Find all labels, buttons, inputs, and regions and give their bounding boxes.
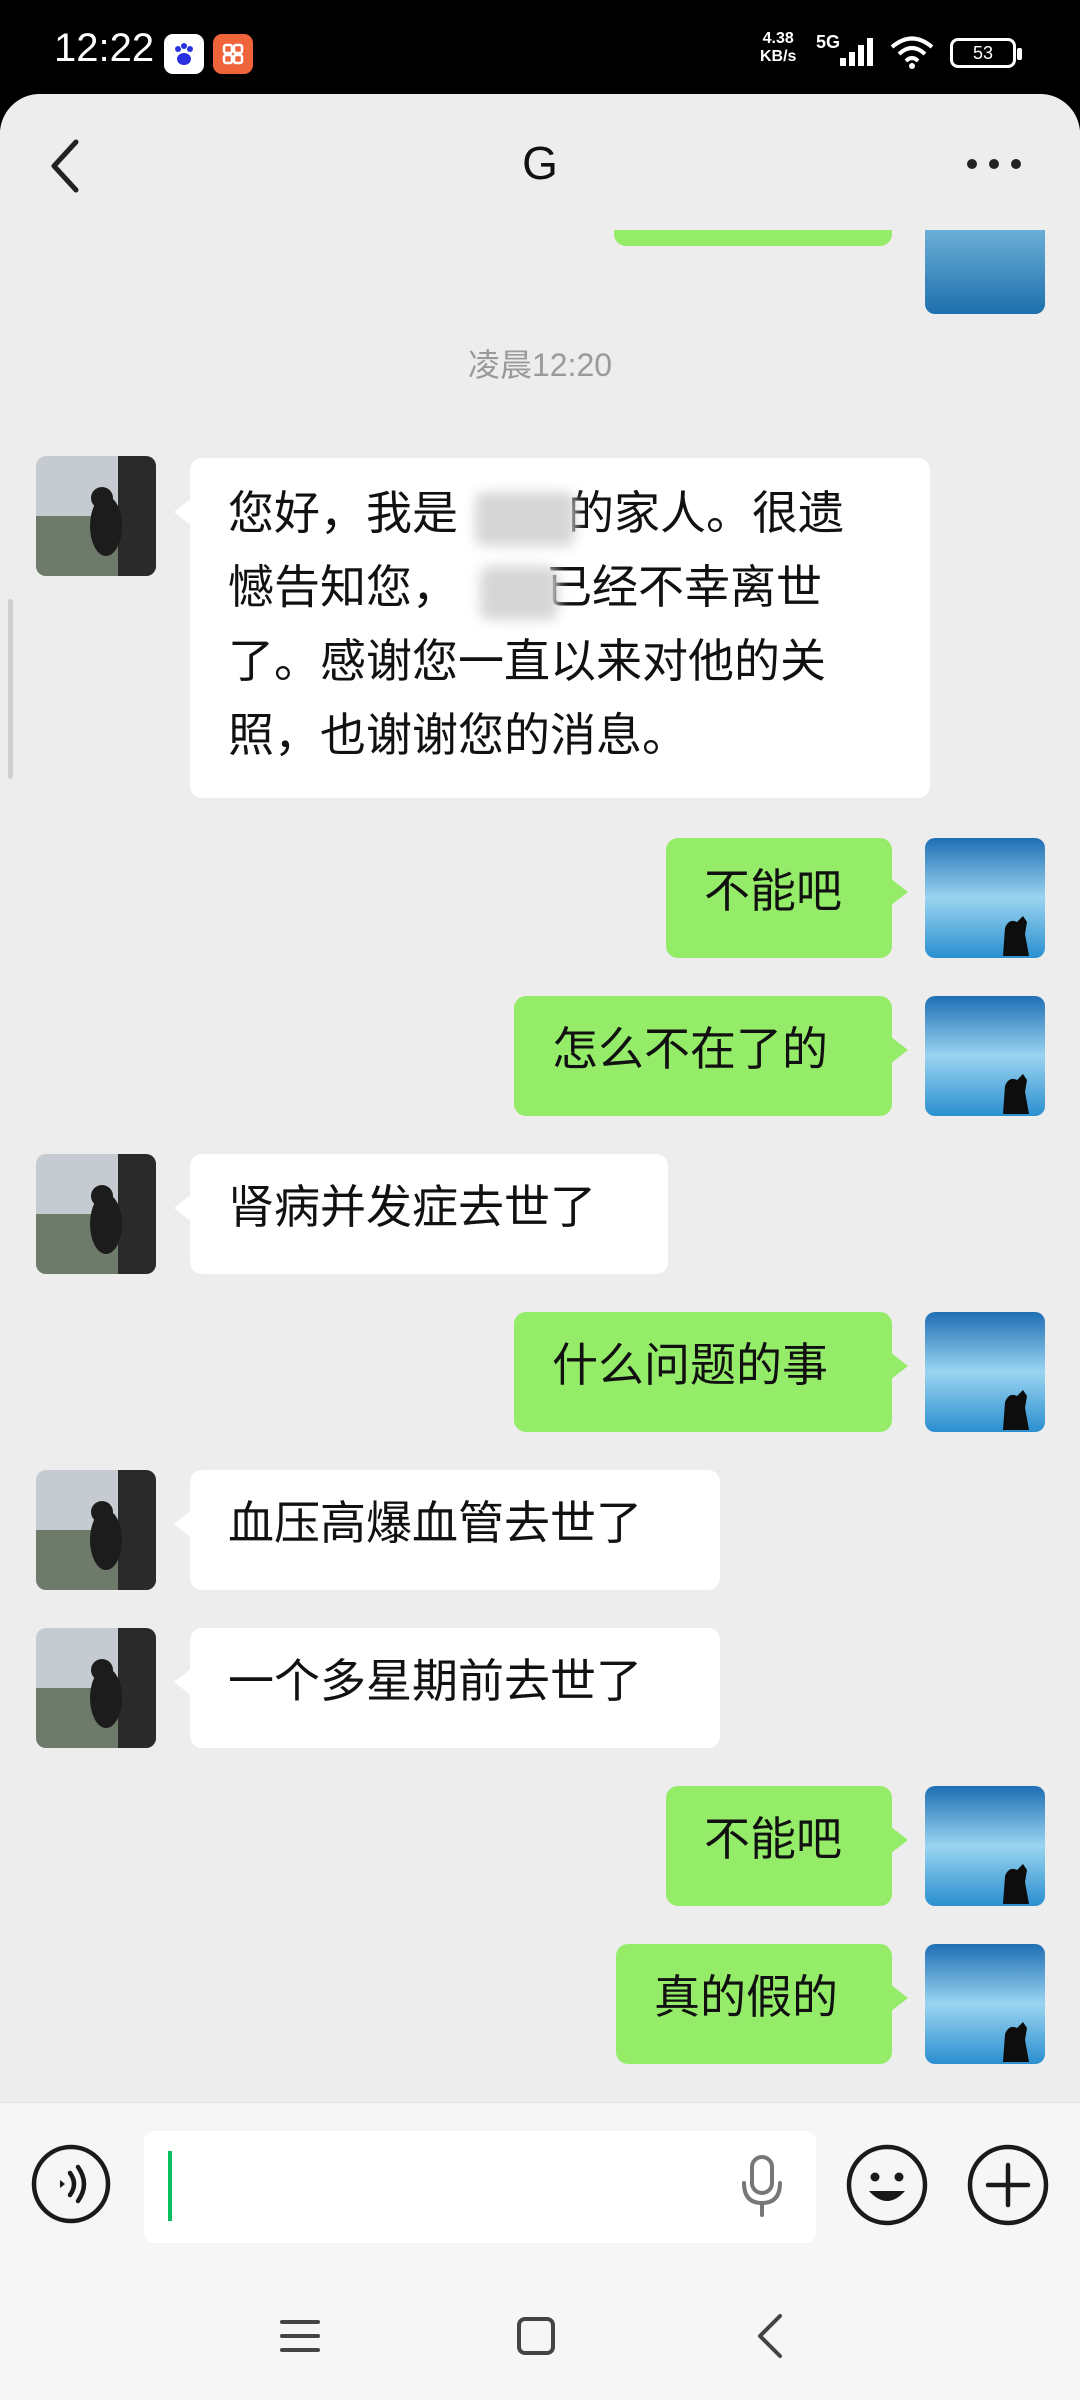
redaction-blur [475,492,575,546]
battery-indicator: 53 [950,38,1022,68]
message-bubble-received[interactable]: 您好，我是 的家人。很遗 憾告知您， 已经不幸离世 了。感谢您一直以来对他的关 照，… [174,458,930,798]
my-avatar[interactable] [925,1786,1045,1906]
message-line: 照，也谢谢您的消息。 [228,708,688,762]
home-square-icon[interactable] [516,2316,556,2356]
chat-screen: G 凌晨12:20 您好，我是 的家人。很遗 憾告知您， 已经不幸离世 了。感谢您一… [0,94,1080,2400]
message-bubble-received[interactable]: 血压高爆血管去世了 [174,1470,720,1590]
microphone-icon[interactable] [734,2151,790,2221]
net-speed-value: 4.38 [762,30,794,47]
message-bubble-sent[interactable]: 什么问题的事 [514,1312,908,1432]
contact-avatar[interactable] [36,456,156,576]
taobao-icon [213,34,253,74]
message-bubble-sent[interactable]: 怎么不在了的 [514,996,908,1116]
back-arrow-icon[interactable] [752,2312,786,2360]
my-avatar[interactable] [925,1944,1045,2064]
redaction-blur [480,566,558,620]
network-type: 5G [816,32,841,52]
more-dots-icon[interactable] [964,154,1024,174]
net-speed: 4.38 KB/s [760,30,796,66]
message-text: 您好，我是 [228,486,458,540]
chat-title: G [522,137,558,189]
input-caret [168,2151,172,2221]
contact-avatar[interactable] [36,1154,156,1274]
system-navigation-bar [0,2272,1080,2400]
contact-avatar[interactable] [36,1470,156,1590]
my-avatar[interactable] [925,996,1045,1116]
message-bubble-sent[interactable]: 真的假的 [616,1944,908,2064]
message-text: 已经不幸离世 [546,560,822,614]
chat-header: G [0,94,1080,230]
baidu-icon [164,34,204,74]
message-bubble-sent[interactable]: 不能吧 [666,1786,908,1906]
chat-input-bar [0,2102,1080,2272]
message-line: 了。感谢您一直以来对他的关 [228,634,826,688]
contact-avatar[interactable] [36,1628,156,1748]
plus-circle-icon[interactable] [966,2143,1050,2227]
status-time: 12:22 [54,26,155,70]
my-avatar[interactable] [925,838,1045,958]
wifi-icon [890,36,934,69]
message-timestamp: 凌晨12:20 [467,347,613,383]
message-bubble-sent[interactable]: 不能吧 [666,838,908,958]
message-bubble-received[interactable]: 肾病并发症去世了 [174,1154,668,1274]
message-text: 憾告知您， [228,560,458,614]
message-bubble-received[interactable]: 一个多星期前去世了 [174,1628,720,1748]
emoji-icon[interactable] [845,2143,929,2227]
message-input[interactable] [144,2131,816,2243]
menu-icon[interactable] [278,2314,322,2358]
message-text: 的家人。很遗 [568,486,844,540]
net-speed-unit: KB/s [760,48,797,65]
scrollbar[interactable] [8,599,13,779]
status-bar: 12:22 4.38 KB/s 5G 53 [0,0,1080,100]
message-line: 憾告知您， 已经不幸离世 [228,550,892,624]
my-avatar[interactable] [925,1312,1045,1432]
signal-icon [840,38,873,66]
voice-mode-icon[interactable] [30,2143,112,2225]
